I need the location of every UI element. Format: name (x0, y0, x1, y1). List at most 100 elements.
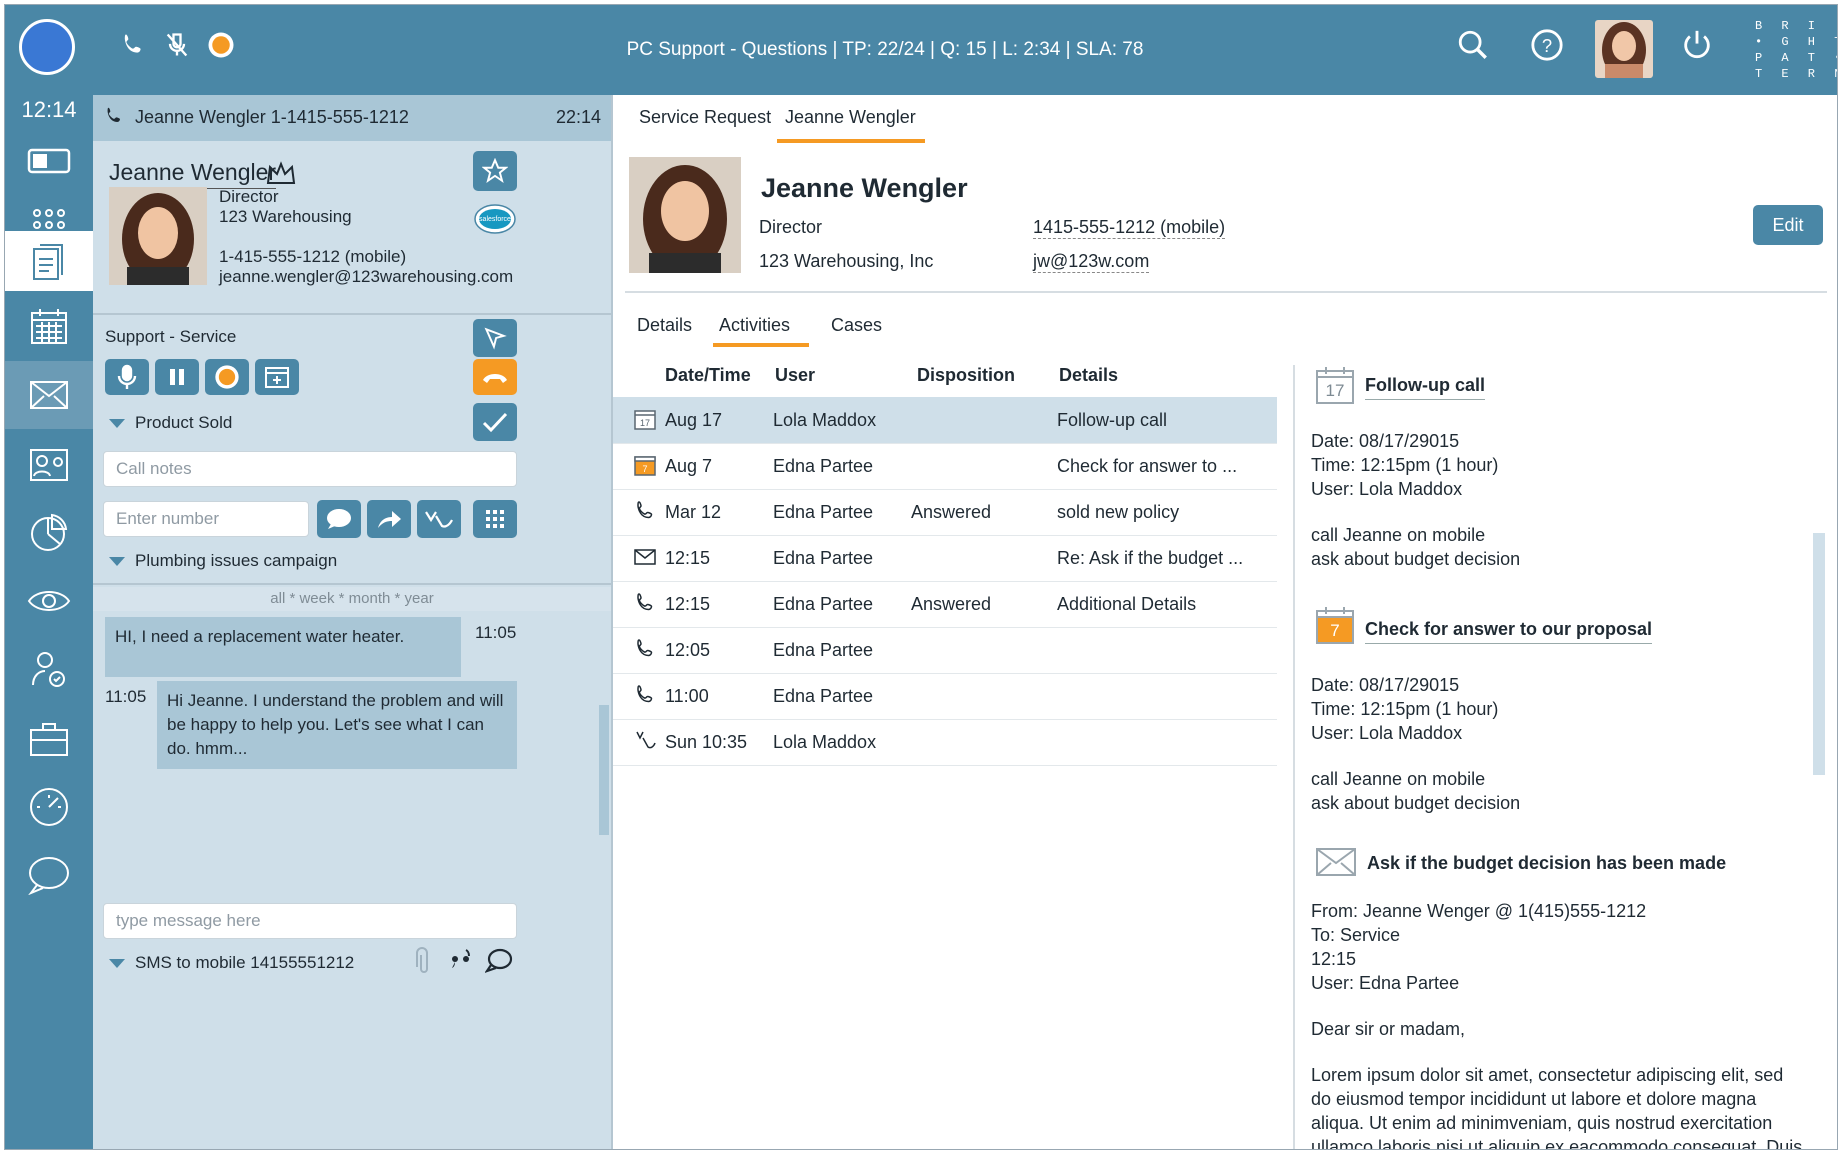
transfer-call-button[interactable] (417, 500, 461, 538)
nav-chat-icon[interactable] (5, 841, 93, 909)
record-button[interactable] (205, 359, 249, 395)
help-icon[interactable]: ? (1529, 27, 1565, 63)
call-header: Jeanne Wengler 1-1415-555-1212 22:14 (93, 95, 611, 141)
column-header-disposition[interactable]: Disposition (917, 365, 1015, 386)
table-row[interactable]: 17Aug 17Lola MaddoxFollow-up call (613, 397, 1277, 444)
tab-cases[interactable]: Cases (831, 315, 882, 336)
table-row[interactable]: 11:00Edna Partee (613, 673, 1277, 720)
detail-title-proposal[interactable]: Check for answer to our proposal (1365, 617, 1652, 644)
chat-button[interactable] (317, 500, 361, 538)
message-input[interactable]: type message here (103, 903, 517, 939)
detail-user: User: Lola Maddox (1311, 477, 1462, 501)
activity-detail-pane: 17 Follow-up call Date: 08/17/29015 Time… (1293, 365, 1825, 1150)
nav-monitor-icon[interactable] (5, 567, 93, 635)
call-notes-input[interactable]: Call notes (103, 451, 517, 487)
phone-icon (633, 591, 657, 615)
row-date: Aug 17 (665, 410, 722, 431)
detail-user: User: Lola Maddox (1311, 721, 1462, 745)
detail-note: call Jeanne on mobile (1311, 767, 1485, 791)
campaign-dropdown[interactable]: Plumbing issues campaign (109, 551, 337, 571)
agent-avatar[interactable] (1595, 20, 1653, 78)
row-details: Check for answer to ... (1057, 456, 1237, 477)
forward-button[interactable] (367, 500, 411, 538)
chat-bubble-icon[interactable] (485, 947, 513, 978)
favorite-button[interactable] (473, 151, 517, 191)
chat-history-filter[interactable]: all * week * month * year (93, 587, 611, 611)
chevron-down-icon (109, 419, 125, 428)
sms-channel-label: SMS to mobile 14155551212 (135, 953, 354, 972)
enter-number-input[interactable]: Enter number (103, 501, 309, 537)
quote-icon[interactable] (449, 947, 473, 978)
row-user: Lola Maddox (773, 732, 876, 753)
top-bar: PC Support - Questions | TP: 22/24 | Q: … (5, 5, 1838, 95)
detail-title-followup[interactable]: Follow-up call (1365, 373, 1485, 400)
nav-briefcase-icon[interactable] (5, 705, 93, 773)
detail-note: ask about budget decision (1311, 791, 1520, 815)
keypad-button[interactable] (473, 500, 517, 538)
table-row[interactable]: Mar 12Edna ParteeAnsweredsold new policy (613, 489, 1277, 536)
toggle-icon[interactable] (5, 133, 93, 189)
row-user: Lola Maddox (773, 410, 876, 431)
sms-channel-dropdown[interactable]: SMS to mobile 14155551212 (109, 953, 354, 973)
record-icon[interactable] (203, 27, 239, 63)
interaction-panel: Jeanne Wengler 1-1415-555-1212 22:14 Jea… (93, 95, 613, 1150)
table-row[interactable]: Sun 10:35 Lola Maddox (613, 719, 1277, 766)
detail-note: call Jeanne on mobile (1311, 523, 1485, 547)
column-header-details[interactable]: Details (1059, 365, 1118, 386)
chevron-down-icon (109, 959, 125, 968)
nav-calendar-icon[interactable] (5, 293, 93, 361)
row-details: Additional Details (1057, 594, 1196, 615)
row-user: Edna Partee (773, 686, 873, 707)
mute-icon[interactable] (159, 27, 195, 63)
nav-contacts-icon[interactable] (5, 431, 93, 499)
row-user: Edna Partee (773, 456, 873, 477)
row-date: Sun 10:35 (665, 732, 747, 753)
table-row[interactable]: 12:15Edna ParteeRe: Ask if the budget ..… (613, 535, 1277, 582)
table-row[interactable]: 12:05Edna Partee (613, 627, 1277, 674)
nav-documents-icon[interactable] (5, 231, 93, 291)
phone-icon[interactable] (115, 27, 151, 63)
tab-activities[interactable]: Activities (719, 315, 790, 336)
detail-scrollbar[interactable] (1813, 533, 1825, 775)
clock: 12:14 (5, 95, 93, 125)
column-header-user[interactable]: User (775, 365, 815, 386)
navigation-rail: 12:14 (5, 95, 93, 1150)
table-row[interactable]: 7Aug 7Edna ParteeCheck for answer to ... (613, 443, 1277, 490)
detail-user: User: Edna Partee (1311, 971, 1459, 995)
profile-email[interactable]: jw@123w.com (1033, 251, 1149, 273)
microphone-button[interactable] (105, 359, 149, 395)
tab-contact[interactable]: Jeanne Wengler (785, 107, 916, 128)
row-details: sold new policy (1057, 502, 1179, 523)
tab-service-request[interactable]: Service Request (639, 107, 771, 128)
detail-date: Date: 08/17/29015 (1311, 673, 1459, 697)
detail-date: Date: 08/17/29015 (1311, 429, 1459, 453)
product-sold-label: Product Sold (135, 413, 232, 432)
contact-name[interactable]: Jeanne Wengler (109, 159, 276, 189)
salesforce-button[interactable]: salesforce (473, 199, 517, 239)
nav-email-icon[interactable] (5, 361, 93, 429)
nav-dashboard-icon[interactable] (5, 773, 93, 841)
hold-button[interactable] (155, 359, 199, 395)
complete-button[interactable] (473, 403, 517, 441)
product-sold-dropdown[interactable]: Product Sold (109, 413, 232, 433)
transfer-flag-button[interactable] (473, 319, 517, 357)
detail-title-email[interactable]: Ask if the budget decision has been made (1367, 851, 1726, 875)
call-notes-placeholder: Call notes (116, 459, 192, 479)
tab-details[interactable]: Details (637, 315, 692, 336)
edit-button[interactable]: Edit (1753, 205, 1823, 245)
schedule-button[interactable] (255, 359, 299, 395)
attachment-icon[interactable] (415, 947, 433, 980)
nav-user-check-icon[interactable] (5, 635, 93, 703)
agent-status-indicator[interactable] (19, 19, 75, 75)
chat-scrollbar[interactable] (599, 705, 609, 835)
contact-email[interactable]: jeanne.wengler@123warehousing.com (219, 267, 513, 287)
table-row[interactable]: 12:15Edna ParteeAnsweredAdditional Detai… (613, 581, 1277, 628)
missed-call-icon (633, 729, 657, 753)
power-icon[interactable] (1679, 27, 1715, 63)
hangup-button[interactable] (473, 359, 517, 395)
contact-phone[interactable]: 1-415-555-1212 (mobile) (219, 247, 406, 267)
column-header-datetime[interactable]: Date/Time (665, 365, 751, 386)
search-icon[interactable] (1455, 27, 1491, 63)
nav-reports-icon[interactable] (5, 499, 93, 567)
profile-phone[interactable]: 1415-555-1212 (mobile) (1033, 217, 1225, 239)
